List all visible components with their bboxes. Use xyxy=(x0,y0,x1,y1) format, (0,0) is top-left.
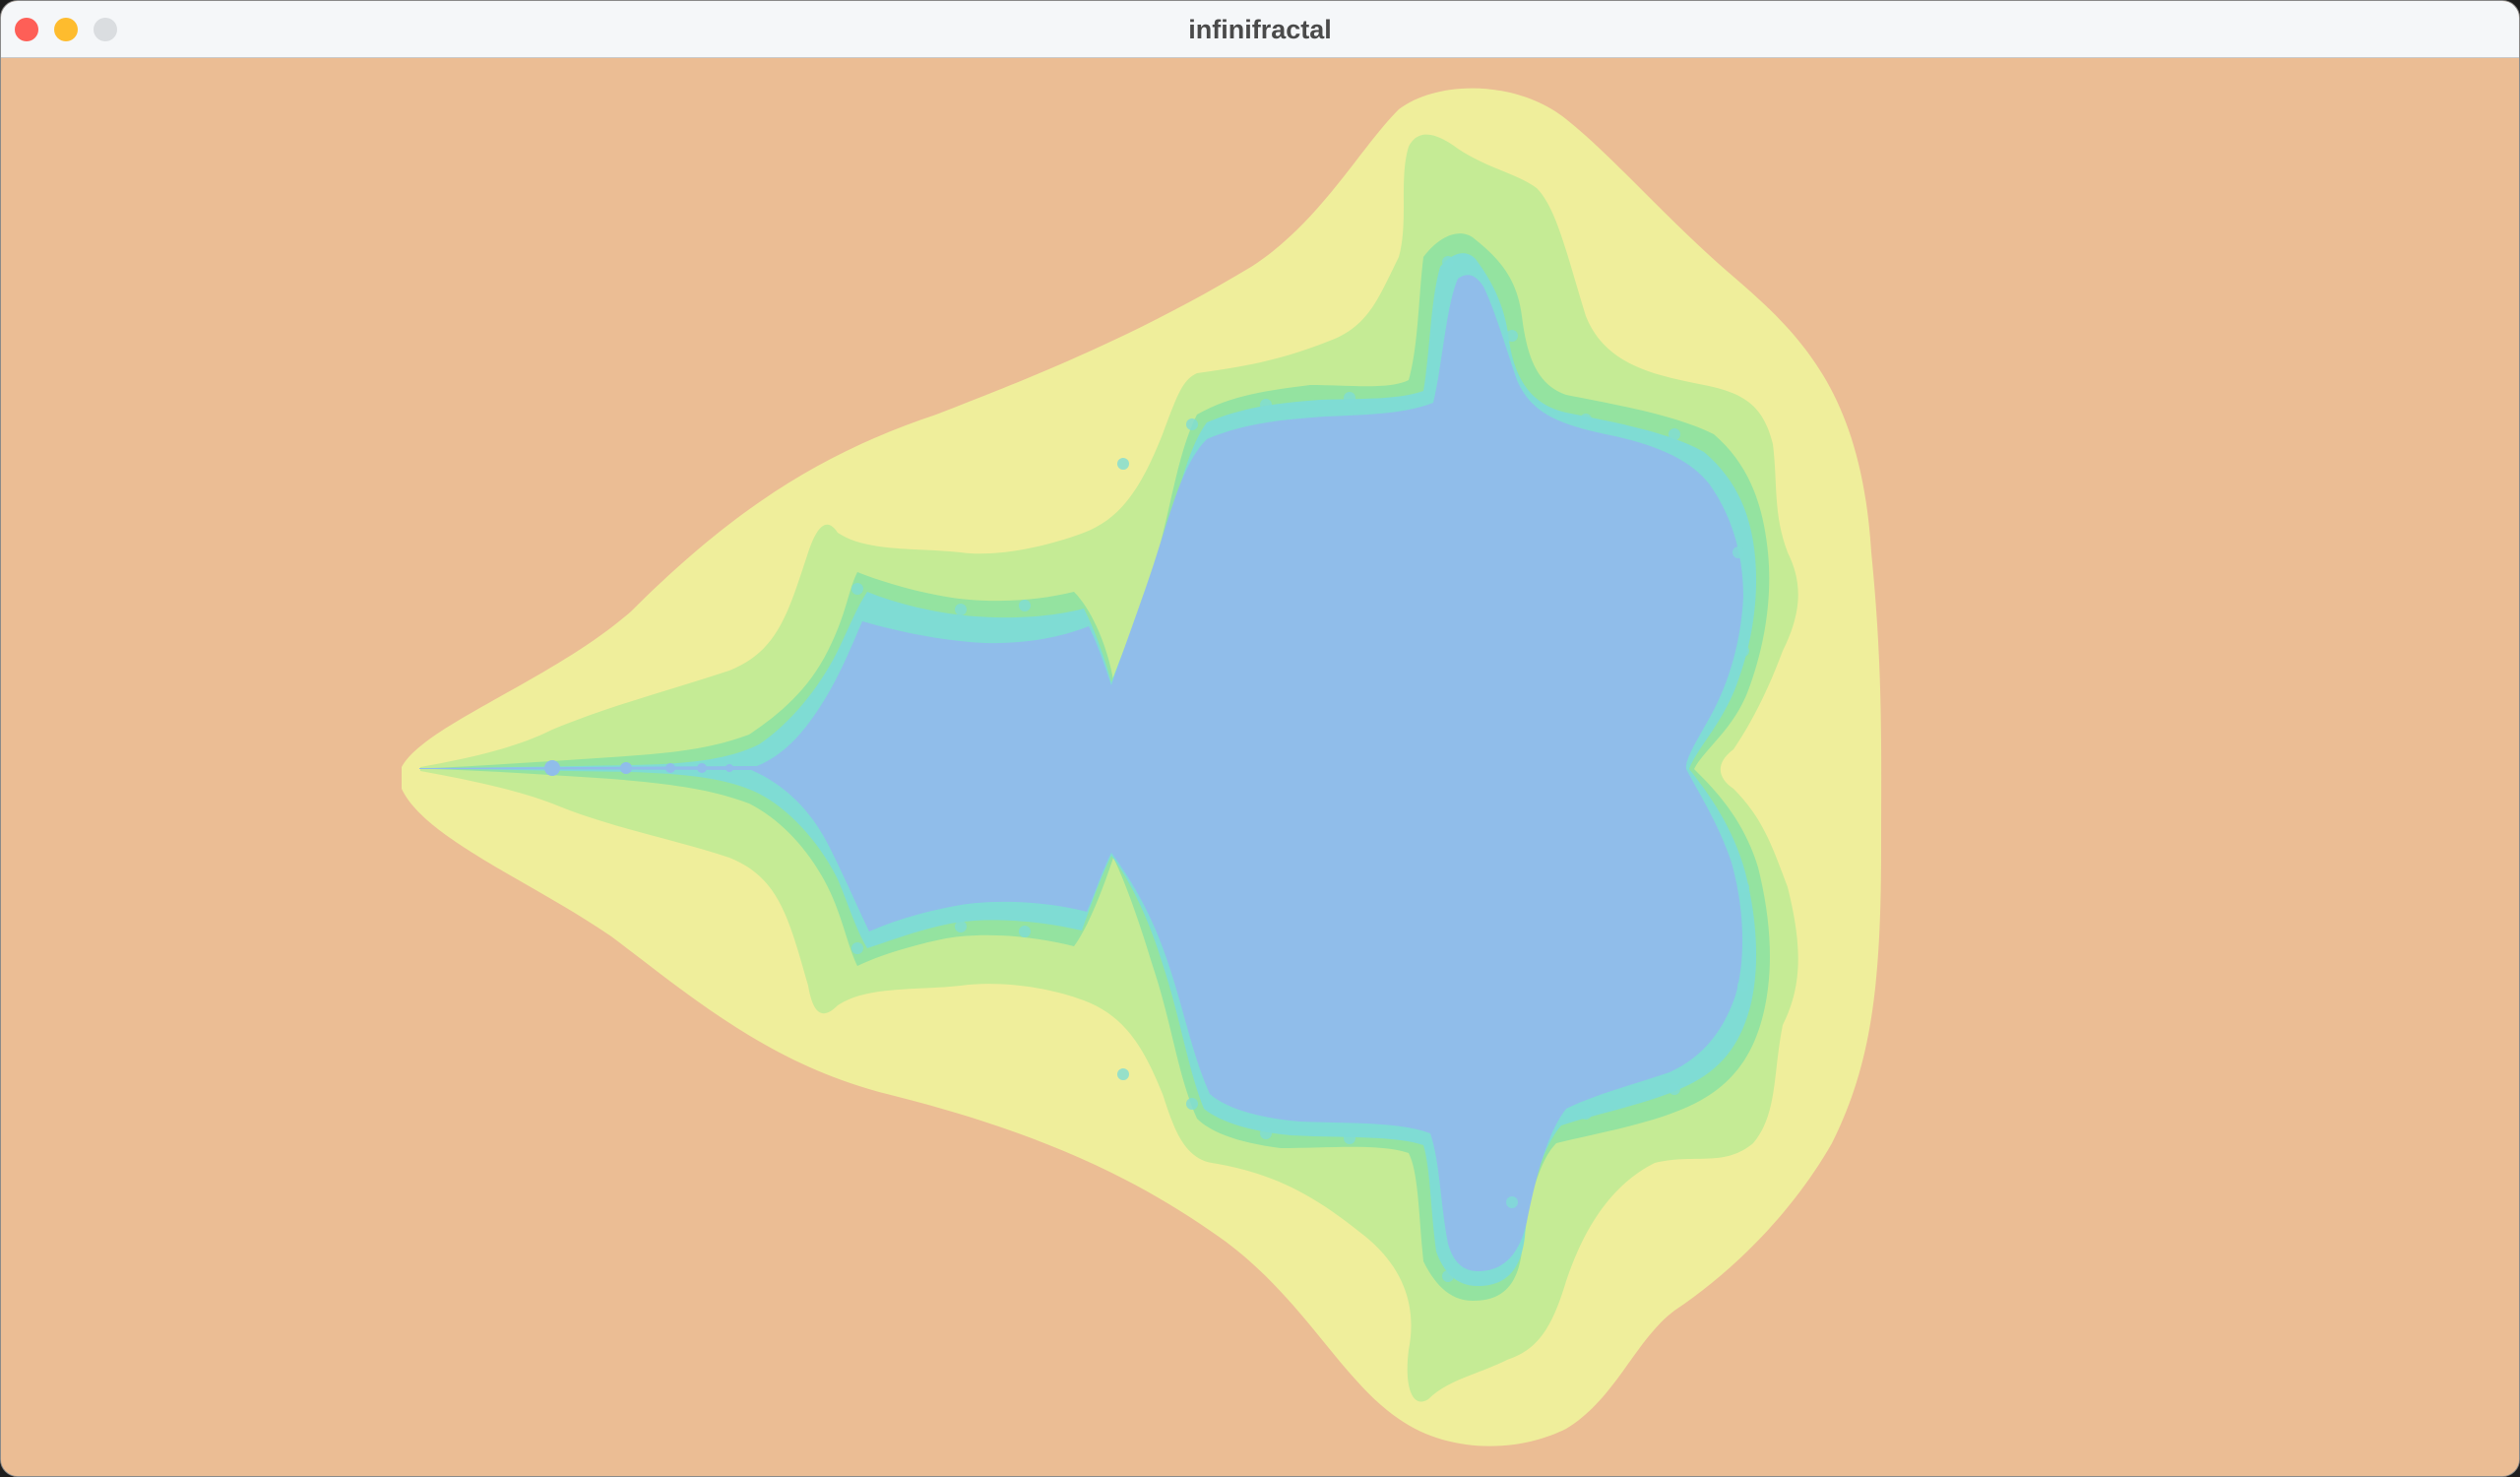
boundary-sprout xyxy=(1737,980,1749,992)
boundary-sprout xyxy=(1580,414,1592,425)
boundary-sprout xyxy=(1442,256,1454,268)
boundary-sprout xyxy=(1344,392,1355,404)
boundary-sprout xyxy=(851,583,863,595)
antenna-bulb xyxy=(697,763,707,773)
boundary-sprout xyxy=(851,942,863,954)
boundary-sprout xyxy=(1117,1068,1129,1080)
antenna-bulb xyxy=(665,763,675,773)
boundary-sprout xyxy=(1669,1083,1680,1095)
boundary-sprout xyxy=(1737,645,1749,657)
boundary-sprout xyxy=(955,921,967,932)
boundary-sprout xyxy=(1732,546,1744,558)
boundary-sprout xyxy=(1344,1132,1355,1144)
boundary-sprout xyxy=(1186,418,1198,430)
title-bar[interactable]: infinifractal xyxy=(1,1,2519,58)
boundary-sprout xyxy=(1506,330,1518,342)
boundary-sprout xyxy=(1442,1270,1454,1282)
boundary-sprout xyxy=(1019,600,1031,611)
antenna-bulb xyxy=(725,764,733,772)
app-window: infinifractal xyxy=(0,0,2520,1477)
boundary-sprout xyxy=(1669,428,1680,440)
boundary-sprout xyxy=(1260,1127,1272,1139)
fractal-render xyxy=(1,58,2519,1476)
boundary-sprout xyxy=(1117,458,1129,470)
window-title: infinifractal xyxy=(1188,15,1332,44)
fractal-canvas[interactable] xyxy=(1,58,2519,1476)
boundary-sprout xyxy=(1019,926,1031,937)
boundary-sprout xyxy=(1506,1196,1518,1208)
antenna-bulb xyxy=(544,760,560,776)
boundary-sprout xyxy=(1737,881,1749,893)
boundary-sprout xyxy=(1260,399,1272,411)
boundary-sprout xyxy=(955,604,967,615)
boundary-sprout xyxy=(1186,1098,1198,1110)
boundary-sprout xyxy=(1580,1108,1592,1120)
antenna-bulb xyxy=(620,762,632,774)
